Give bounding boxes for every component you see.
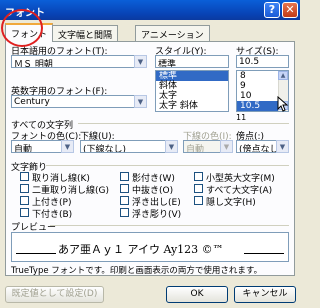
- font-color-dropdown-button[interactable]: ▼: [61, 140, 74, 153]
- style-option[interactable]: 標準: [156, 71, 228, 81]
- style-option[interactable]: 斜体: [156, 81, 228, 91]
- section-divider: [50, 225, 289, 226]
- en-font-field[interactable]: Century: [11, 95, 147, 108]
- emboss-checkbox[interactable]: [120, 196, 129, 205]
- preview-baseline-left: [16, 253, 56, 254]
- hidden-label: 隠し文字(H): [206, 198, 256, 208]
- section-divider: [46, 165, 289, 166]
- help-button[interactable]: ?: [264, 2, 280, 18]
- jp-font-dropdown-button[interactable]: ▼: [134, 55, 147, 68]
- tab-animation[interactable]: アニメーション: [135, 25, 210, 41]
- subscript-checkbox[interactable]: [20, 208, 29, 217]
- highlight-circle: [1, 9, 43, 47]
- scroll-up-icon[interactable]: ▲: [278, 71, 288, 80]
- emphasis-dropdown-button[interactable]: ▼: [276, 140, 289, 153]
- style-field[interactable]: 標準: [155, 55, 229, 68]
- size-option-partial: 11: [236, 113, 247, 122]
- hidden-checkbox[interactable]: [194, 196, 203, 205]
- small-caps-checkbox[interactable]: [194, 172, 203, 181]
- subscript-label: 下付き(B): [32, 210, 73, 220]
- underline-field[interactable]: (下線なし): [80, 140, 178, 153]
- style-list[interactable]: 標準 斜体 太字 太字 斜体: [155, 70, 229, 112]
- tab-character-spacing[interactable]: 文字幅と間隔: [52, 25, 119, 41]
- close-button[interactable]: ✕: [282, 2, 298, 18]
- underline-color-dropdown-button[interactable]: ▼: [220, 140, 233, 153]
- size-field[interactable]: 10.5: [236, 55, 289, 68]
- engrave-checkbox[interactable]: [120, 208, 129, 217]
- all-caps-checkbox[interactable]: [194, 184, 203, 193]
- truetype-note: TrueType フォントです。印刷と画面表示の両方で使用されます。: [11, 266, 263, 276]
- mouse-cursor-icon: [277, 96, 289, 112]
- cancel-button[interactable]: キャンセル: [234, 286, 296, 303]
- style-option[interactable]: 太字 斜体: [156, 101, 228, 111]
- superscript-checkbox[interactable]: [20, 196, 29, 205]
- preview-sample-text: あア亜Ａｙ１ アイウ Ay123 ©™: [58, 243, 224, 256]
- preview-baseline-right: [244, 253, 284, 254]
- strikethrough-checkbox[interactable]: [20, 172, 29, 181]
- style-option[interactable]: 太字: [156, 91, 228, 101]
- section-divider: [78, 123, 289, 124]
- ok-button[interactable]: OK: [166, 286, 228, 303]
- title-bar: フォント: [0, 0, 300, 20]
- underline-dropdown-button[interactable]: ▼: [165, 140, 178, 153]
- jp-font-field[interactable]: ＭＳ 明朝: [11, 55, 147, 68]
- en-font-dropdown-button[interactable]: ▼: [134, 95, 147, 108]
- engrave-label: 浮き彫り(V): [132, 210, 182, 220]
- set-default-button[interactable]: 既定値として設定(D): [5, 286, 104, 303]
- shadow-checkbox[interactable]: [120, 172, 129, 181]
- outline-checkbox[interactable]: [120, 184, 129, 193]
- double-strikethrough-checkbox[interactable]: [20, 184, 29, 193]
